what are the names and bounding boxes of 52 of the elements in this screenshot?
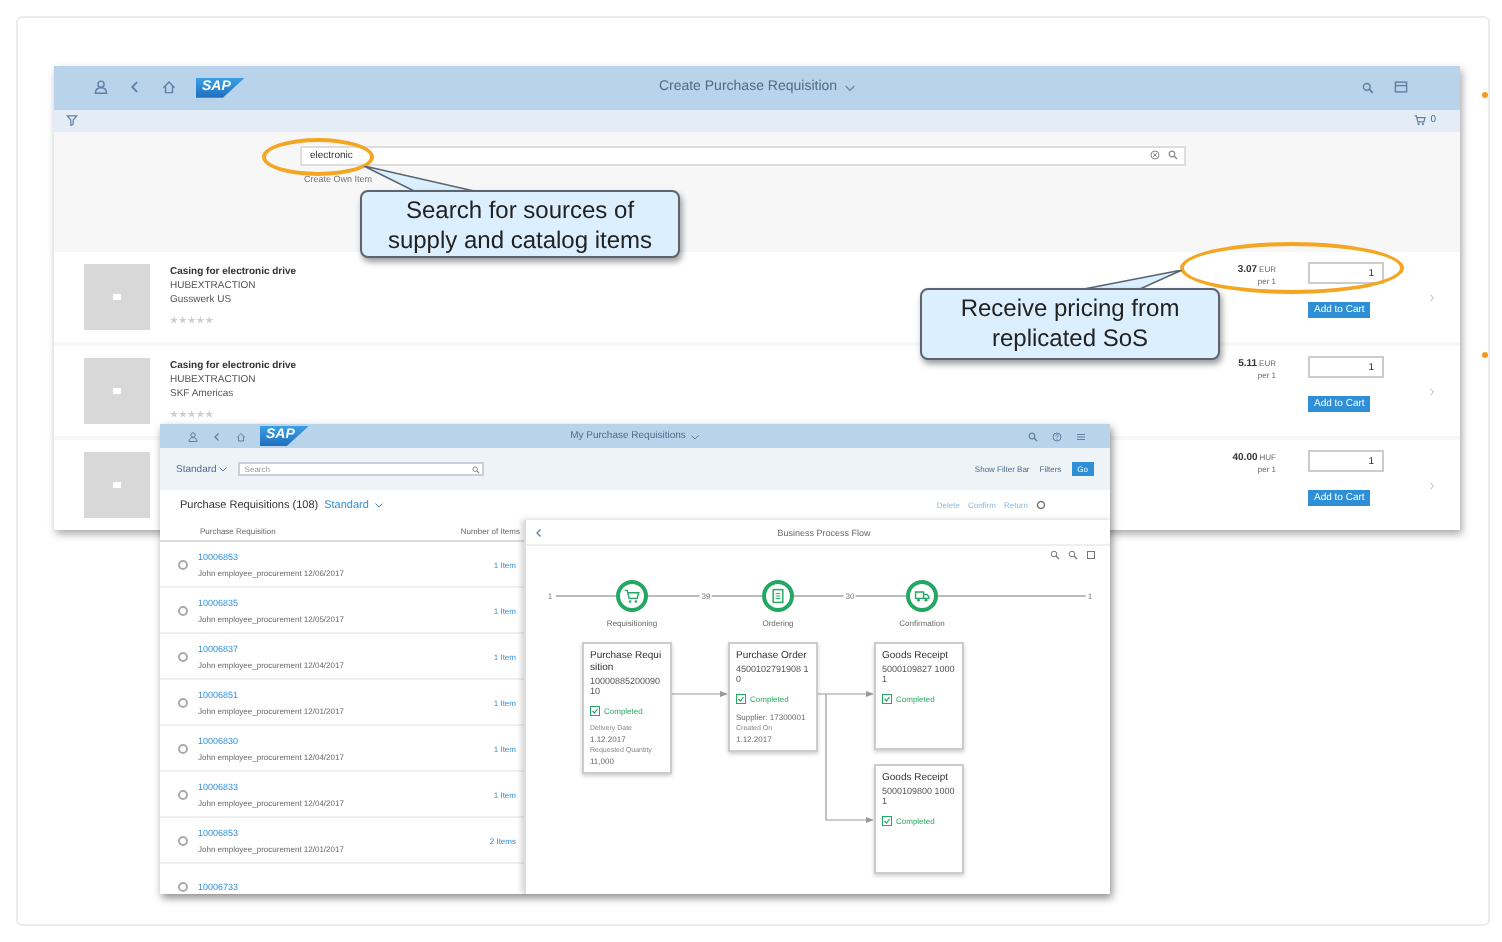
radio-button[interactable]: [178, 651, 188, 661]
menu-icon[interactable]: [1076, 431, 1086, 441]
zoom-in-icon[interactable]: [1050, 550, 1060, 560]
image-icon: [112, 292, 122, 302]
document-icon: [770, 588, 786, 604]
bullet-dot: [1482, 92, 1488, 98]
radio-button[interactable]: [178, 881, 188, 891]
chevron-down-icon[interactable]: [843, 81, 856, 94]
chevron-right-icon[interactable]: [1428, 481, 1436, 489]
search-icon[interactable]: [472, 465, 481, 473]
filter-icon[interactable]: [66, 114, 78, 127]
highlight-ellipse: [262, 138, 374, 176]
radio-button[interactable]: [178, 835, 188, 845]
check-icon: [882, 694, 892, 704]
back-icon[interactable]: [212, 431, 222, 441]
fit-icon[interactable]: [1086, 550, 1096, 560]
radio-button[interactable]: [178, 697, 188, 707]
radio-button[interactable]: [178, 559, 188, 569]
lane-status-circle[interactable]: [616, 580, 648, 612]
chevron-down-icon[interactable]: [689, 431, 700, 441]
chevron-right-icon[interactable]: [1428, 293, 1436, 301]
check-icon: [882, 816, 892, 826]
home-icon[interactable]: [162, 80, 176, 95]
radio-button[interactable]: [178, 789, 188, 799]
search-icon[interactable]: [1362, 81, 1374, 94]
clear-icon[interactable]: [1150, 150, 1160, 161]
bullet-dot: [1482, 352, 1488, 358]
cart-icon: [624, 588, 640, 604]
person-icon[interactable]: [94, 80, 108, 95]
person-icon[interactable]: [188, 431, 198, 441]
radio-button[interactable]: [178, 605, 188, 615]
search-icon[interactable]: [1168, 150, 1178, 161]
chevron-down-icon[interactable]: [374, 500, 385, 510]
check-icon: [590, 706, 600, 716]
radio-button[interactable]: [178, 743, 188, 753]
search-icon[interactable]: [1028, 431, 1038, 441]
chevron-down-icon[interactable]: [218, 464, 229, 474]
lane-status-circle[interactable]: [762, 580, 794, 612]
lane-status-circle[interactable]: [906, 580, 938, 612]
back-icon[interactable]: [534, 527, 544, 537]
zoom-out-icon[interactable]: [1068, 550, 1078, 560]
connector-arrow: [671, 691, 728, 697]
chevron-right-icon[interactable]: [1428, 387, 1436, 395]
cart-icon[interactable]: [1414, 114, 1427, 127]
window-icon[interactable]: [1394, 80, 1408, 95]
back-icon[interactable]: [128, 80, 142, 95]
image-icon: [112, 386, 122, 396]
image-icon: [112, 480, 122, 490]
check-icon: [736, 694, 746, 704]
home-icon[interactable]: [236, 431, 246, 441]
help-icon[interactable]: [1052, 431, 1062, 441]
truck-icon: [914, 588, 930, 604]
